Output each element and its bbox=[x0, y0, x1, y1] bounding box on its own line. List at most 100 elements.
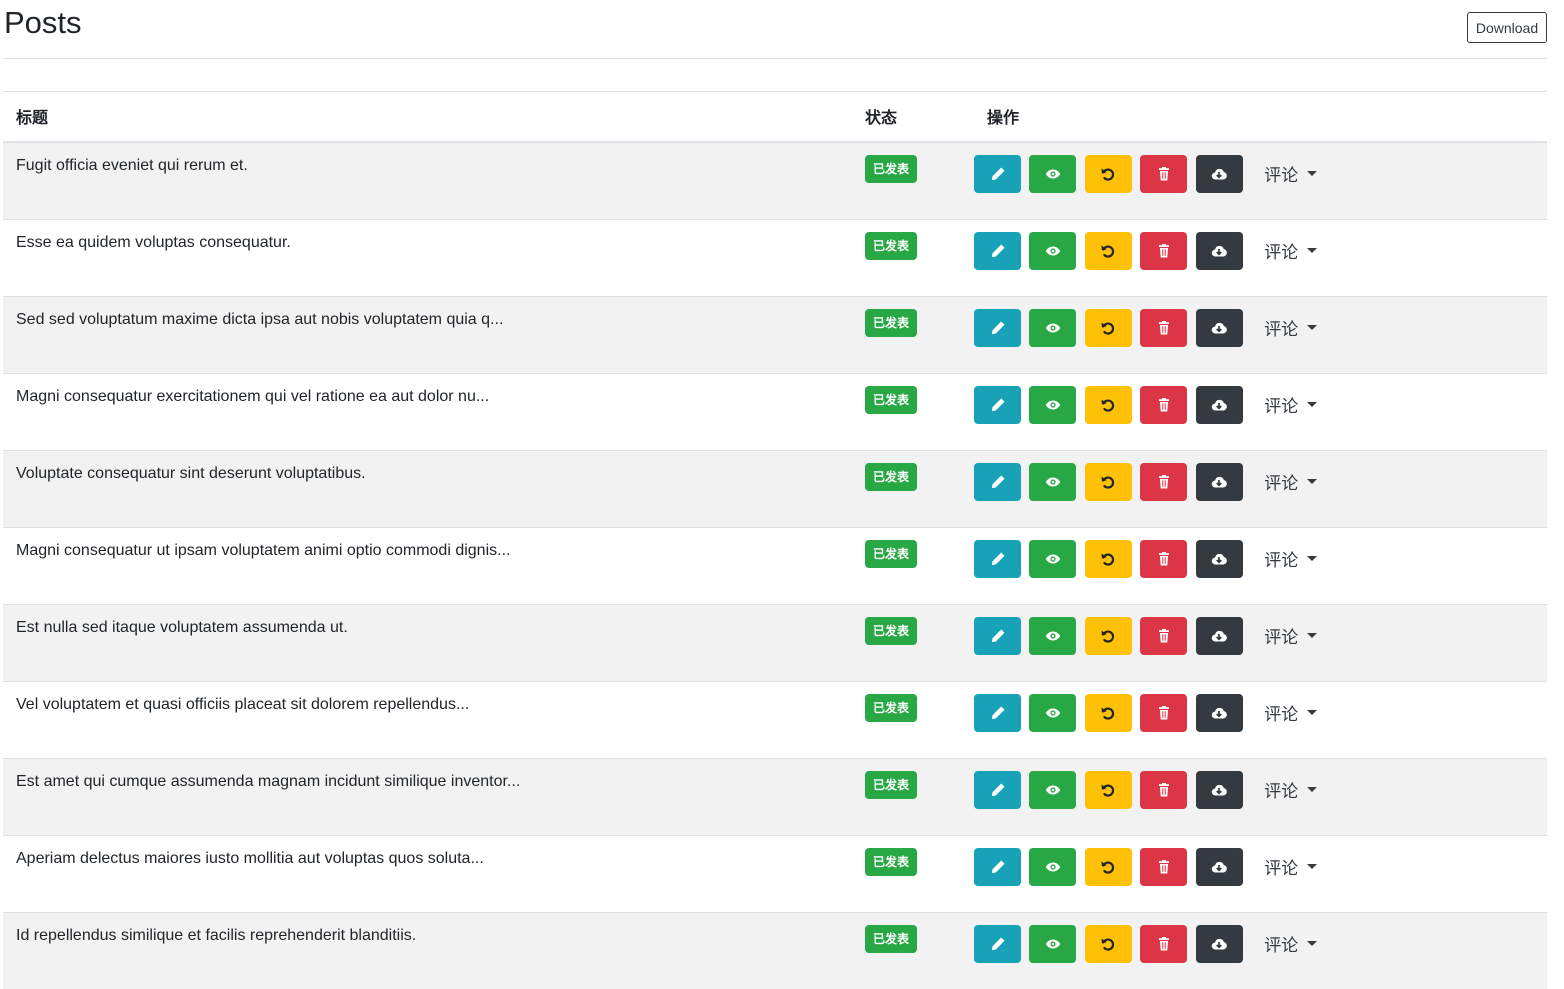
undo-icon bbox=[1101, 398, 1115, 412]
status-badge: 已发表 bbox=[865, 462, 917, 491]
edit-button[interactable] bbox=[974, 154, 1021, 193]
chevron-down-icon bbox=[1307, 171, 1318, 176]
edit-button[interactable] bbox=[974, 924, 1021, 963]
comment-dropdown[interactable]: 评论 bbox=[1264, 540, 1318, 578]
view-button[interactable] bbox=[1029, 308, 1077, 347]
edit-button[interactable] bbox=[974, 616, 1021, 655]
reset-button[interactable] bbox=[1084, 770, 1132, 809]
cloud-download-button[interactable] bbox=[1195, 385, 1243, 424]
table-row: Est nulla sed itaque voluptatem assumend… bbox=[3, 603, 1547, 681]
cloud-download-button[interactable] bbox=[1195, 539, 1243, 578]
pencil-icon bbox=[991, 629, 1004, 642]
cloud-download-button[interactable] bbox=[1195, 693, 1243, 732]
reset-button[interactable] bbox=[1084, 231, 1132, 270]
edit-button[interactable] bbox=[974, 462, 1021, 501]
eye-icon bbox=[1045, 477, 1061, 486]
delete-button[interactable] bbox=[1140, 462, 1188, 501]
cloud-download-button[interactable] bbox=[1195, 616, 1243, 655]
view-button[interactable] bbox=[1029, 154, 1077, 193]
comment-dropdown-label: 评论 bbox=[1264, 474, 1299, 493]
cloud-download-button[interactable] bbox=[1195, 847, 1243, 886]
reset-button[interactable] bbox=[1084, 154, 1132, 193]
cloud-download-button[interactable] bbox=[1195, 154, 1243, 193]
comment-dropdown[interactable]: 评论 bbox=[1264, 386, 1318, 424]
comment-dropdown[interactable]: 评论 bbox=[1264, 617, 1318, 655]
view-button[interactable] bbox=[1029, 539, 1077, 578]
comment-dropdown[interactable]: 评论 bbox=[1264, 309, 1318, 347]
delete-button[interactable] bbox=[1140, 770, 1188, 809]
comment-dropdown[interactable]: 评论 bbox=[1264, 848, 1318, 886]
view-button[interactable] bbox=[1029, 924, 1077, 963]
reset-button[interactable] bbox=[1084, 385, 1132, 424]
table-header-row: 标题 状态 操作 bbox=[3, 91, 1547, 143]
reset-button[interactable] bbox=[1084, 847, 1132, 886]
actions-cell: 评论 bbox=[974, 141, 1547, 219]
table-row: Vel voluptatem et quasi officiis placeat… bbox=[3, 680, 1547, 758]
trash-icon bbox=[1158, 551, 1169, 565]
edit-button[interactable] bbox=[974, 385, 1021, 424]
cloud-download-button[interactable] bbox=[1195, 231, 1243, 270]
reset-button[interactable] bbox=[1084, 308, 1132, 347]
edit-button[interactable] bbox=[974, 308, 1021, 347]
comment-dropdown[interactable]: 评论 bbox=[1264, 694, 1318, 732]
undo-icon bbox=[1101, 706, 1115, 720]
delete-button[interactable] bbox=[1140, 616, 1188, 655]
view-button[interactable] bbox=[1029, 616, 1077, 655]
comment-dropdown-label: 评论 bbox=[1264, 859, 1299, 878]
cloud-download-button[interactable] bbox=[1195, 462, 1243, 501]
column-header-actions: 操作 bbox=[974, 91, 1547, 143]
edit-button[interactable] bbox=[974, 693, 1021, 732]
cloud-download-button[interactable] bbox=[1195, 924, 1243, 963]
view-button[interactable] bbox=[1029, 847, 1077, 886]
trash-icon bbox=[1158, 859, 1169, 873]
edit-button[interactable] bbox=[974, 231, 1021, 270]
view-button[interactable] bbox=[1029, 770, 1077, 809]
delete-button[interactable] bbox=[1140, 308, 1188, 347]
download-button[interactable]: Download bbox=[1467, 12, 1547, 43]
edit-button[interactable] bbox=[974, 847, 1021, 886]
comment-dropdown-label: 评论 bbox=[1264, 705, 1299, 724]
comment-dropdown-label: 评论 bbox=[1264, 936, 1299, 955]
actions-cell: 评论 bbox=[974, 218, 1547, 296]
view-button[interactable] bbox=[1029, 462, 1077, 501]
reset-button[interactable] bbox=[1084, 616, 1132, 655]
pencil-icon bbox=[991, 398, 1004, 411]
view-button[interactable] bbox=[1029, 693, 1077, 732]
comment-dropdown[interactable]: 评论 bbox=[1264, 232, 1318, 270]
reset-button[interactable] bbox=[1084, 462, 1132, 501]
delete-button[interactable] bbox=[1140, 539, 1188, 578]
delete-button[interactable] bbox=[1140, 924, 1188, 963]
comment-dropdown[interactable]: 评论 bbox=[1264, 463, 1318, 501]
pencil-icon bbox=[991, 552, 1004, 565]
delete-button[interactable] bbox=[1140, 847, 1188, 886]
delete-button[interactable] bbox=[1140, 231, 1188, 270]
cloud-download-icon bbox=[1212, 168, 1228, 180]
reset-button[interactable] bbox=[1084, 924, 1132, 963]
actions-cell: 评论 bbox=[974, 757, 1547, 835]
reset-button[interactable] bbox=[1084, 693, 1132, 732]
reset-button[interactable] bbox=[1084, 539, 1132, 578]
edit-button[interactable] bbox=[974, 539, 1021, 578]
comment-dropdown[interactable]: 评论 bbox=[1264, 925, 1318, 963]
delete-button[interactable] bbox=[1140, 385, 1188, 424]
edit-button[interactable] bbox=[974, 770, 1021, 809]
undo-icon bbox=[1101, 629, 1115, 643]
comment-dropdown[interactable]: 评论 bbox=[1264, 771, 1318, 809]
cloud-download-button[interactable] bbox=[1195, 770, 1243, 809]
view-button[interactable] bbox=[1029, 231, 1077, 270]
cloud-download-button[interactable] bbox=[1195, 308, 1243, 347]
pencil-icon bbox=[991, 167, 1004, 180]
page-title: Posts bbox=[4, 5, 82, 40]
view-button[interactable] bbox=[1029, 385, 1077, 424]
undo-icon bbox=[1101, 552, 1115, 566]
post-title: Magni consequatur exercitationem qui vel… bbox=[3, 372, 852, 450]
trash-icon bbox=[1158, 397, 1169, 411]
post-title: Est amet qui cumque assumenda magnam inc… bbox=[3, 757, 852, 835]
delete-button[interactable] bbox=[1140, 154, 1188, 193]
undo-icon bbox=[1101, 860, 1115, 874]
delete-button[interactable] bbox=[1140, 693, 1188, 732]
post-title: Voluptate consequatur sint deserunt volu… bbox=[3, 449, 852, 527]
status-badge: 已发表 bbox=[865, 847, 917, 876]
comment-dropdown[interactable]: 评论 bbox=[1264, 155, 1318, 193]
eye-icon bbox=[1045, 554, 1061, 563]
